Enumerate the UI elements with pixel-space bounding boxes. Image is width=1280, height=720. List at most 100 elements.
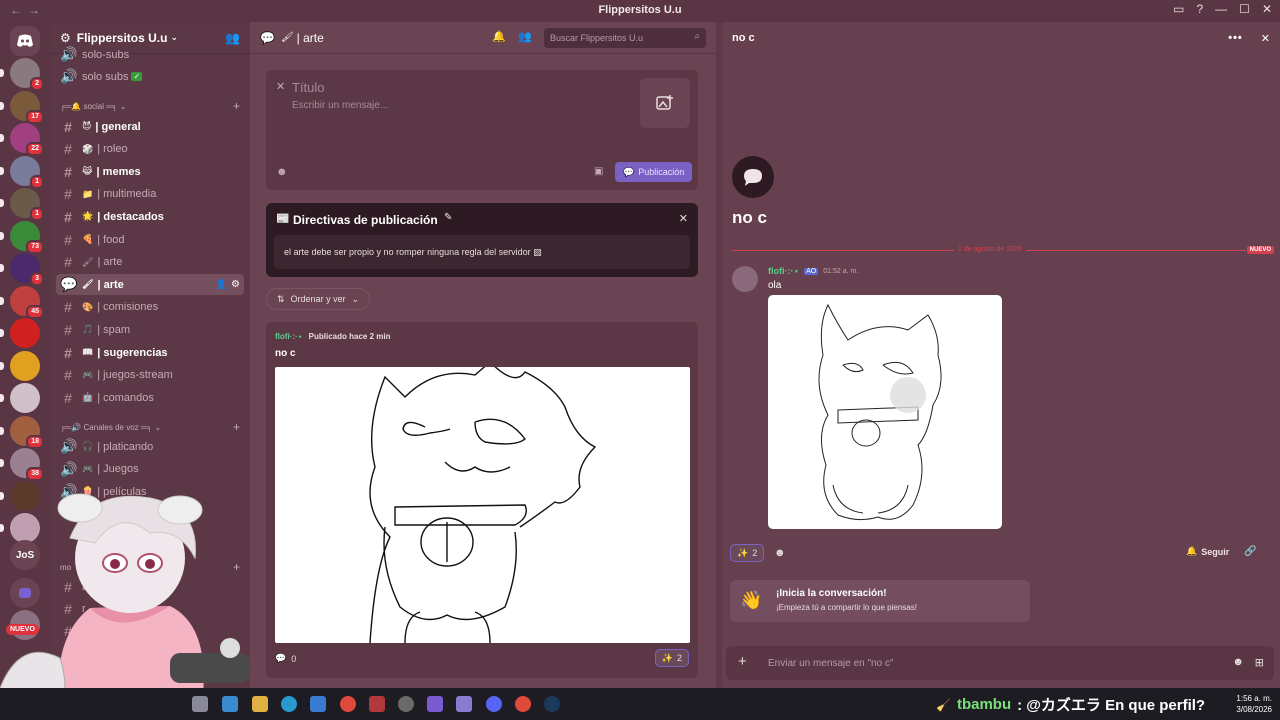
channel-item[interactable]: # 🖌 | arte: [56, 252, 244, 273]
add-reaction-icon[interactable]: ☻: [774, 547, 786, 559]
chrome-icon[interactable]: [340, 696, 356, 712]
category-voice[interactable]: ╒═🔊 Canales de voz ═╕ ⌄: [60, 423, 161, 432]
add-member-icon[interactable]: 👥: [225, 31, 240, 45]
channel-item[interactable]: # 🎮 | juegos-stream: [56, 365, 244, 386]
message-input[interactable]: + Enviar un mensaje en "no c" ☻ ⊞: [726, 646, 1274, 680]
channel-item[interactable]: # 😹 | memes: [56, 161, 244, 182]
taskbar-icon[interactable]: [398, 696, 414, 712]
voice-channel-item[interactable]: 🔊 🍿 | películas: [56, 481, 244, 502]
channel-solo-subs-2[interactable]: 🔊 solo subs ✓: [56, 66, 244, 87]
server-icon[interactable]: 38: [10, 448, 44, 481]
edge-icon[interactable]: [281, 696, 297, 712]
category-social[interactable]: ╒═🔔 social ═╕ ⌄: [60, 102, 126, 111]
store-icon[interactable]: [310, 696, 326, 712]
server-icon[interactable]: 18: [10, 415, 44, 449]
link-icon[interactable]: 🔗: [1244, 546, 1256, 557]
members-icon[interactable]: 👥: [518, 30, 532, 43]
server-icon[interactable]: [10, 513, 40, 543]
taskbar-icon[interactable]: [427, 696, 443, 712]
server-icon[interactable]: 22: [10, 123, 44, 156]
category-mod[interactable]: mo: [60, 563, 71, 572]
server-icon[interactable]: 2: [10, 58, 44, 91]
chevron-down-icon: ⌄: [351, 293, 360, 304]
invite-icon[interactable]: 👤: [216, 279, 227, 290]
voice-channel-item[interactable]: 🔊 🎮 | Juegos: [56, 459, 244, 480]
channel-item[interactable]: # 📖 | sugerencias: [56, 342, 244, 363]
add-voice-channel-icon[interactable]: +: [233, 420, 240, 434]
server-icon[interactable]: [10, 383, 40, 413]
chrome-icon[interactable]: [515, 696, 531, 712]
add-image-button[interactable]: [640, 78, 690, 128]
minimize-button[interactable]: —: [1215, 2, 1227, 16]
server-icon[interactable]: [10, 350, 40, 381]
taskbar-icon[interactable]: [192, 696, 208, 712]
taskbar-icon[interactable]: [222, 696, 238, 712]
tag-icon[interactable]: ▣: [594, 166, 603, 177]
server-discord-icon[interactable]: [10, 578, 40, 608]
search-input[interactable]: Buscar Flippersitos U.u ⌕: [544, 28, 706, 48]
help-icon[interactable]: ?: [1196, 2, 1203, 16]
channel-emoji-icon: 😹: [82, 166, 93, 177]
server-icon[interactable]: 17: [10, 90, 44, 124]
channel-item[interactable]: # 🤖 | comandos: [56, 387, 244, 408]
folder-icon[interactable]: [252, 696, 268, 712]
channel-mod-3[interactable]: # r: [56, 620, 244, 641]
maximize-button[interactable]: ☐: [1239, 2, 1250, 16]
add-mod-channel-icon[interactable]: +: [233, 560, 240, 574]
title-input[interactable]: Título: [292, 80, 325, 95]
channel-emoji-icon: 🎮: [82, 463, 94, 474]
close-guidelines-icon[interactable]: ✕: [679, 212, 688, 225]
channel-mod-1[interactable]: # adm: [56, 576, 244, 597]
voice-channel-item[interactable]: 🔊 🎧 | platicando: [56, 436, 244, 457]
server-icon[interactable]: 45: [10, 285, 44, 319]
forum-post-card[interactable]: flofi·:·⋆ Publicado hace 2 min no c 💬 0 …: [266, 322, 698, 678]
publish-button[interactable]: 💬 Publicación: [615, 162, 693, 182]
message-input[interactable]: Escribir un mensaje...: [292, 100, 388, 111]
taskbar-icon[interactable]: [369, 696, 385, 712]
gear-icon[interactable]: ⚙: [231, 279, 240, 290]
post-image[interactable]: [275, 367, 690, 643]
add-channel-icon[interactable]: +: [233, 99, 240, 113]
emoji-icon[interactable]: ☻: [276, 166, 288, 178]
post-author[interactable]: flofi·:·⋆: [275, 332, 303, 341]
close-thread-icon[interactable]: ✕: [1261, 32, 1270, 45]
close-icon[interactable]: ✕: [276, 80, 285, 93]
channel-mod-2[interactable]: # r: [56, 598, 244, 619]
server-icon[interactable]: [10, 318, 40, 348]
server-icon[interactable]: 1: [10, 155, 44, 189]
server-icon[interactable]: [10, 480, 40, 511]
channel-item[interactable]: # 📁 | multimedia: [56, 184, 244, 205]
server-icon[interactable]: 3: [10, 253, 44, 286]
channel-item[interactable]: 💬 🖌 | arte 👤 ⚙: [56, 274, 244, 296]
sort-button[interactable]: ⇅ Ordenar y ver ⌄: [266, 288, 371, 310]
apps-icon[interactable]: ⊞: [1255, 656, 1264, 669]
message-avatar[interactable]: [732, 266, 758, 292]
follow-button[interactable]: 🔔 Seguir: [1186, 546, 1229, 557]
server-icon[interactable]: 73: [10, 220, 44, 254]
channel-item[interactable]: # 🎲 | roleo: [56, 139, 244, 160]
post-reaction[interactable]: ✨ 2: [654, 649, 689, 667]
bell-icon[interactable]: 🔔: [492, 30, 506, 43]
message-author[interactable]: flofi·:·⋆: [768, 266, 799, 277]
inbox-icon[interactable]: ▭: [1173, 2, 1184, 16]
server-jos[interactable]: JoS: [10, 540, 40, 570]
new-badge: NUEVO: [6, 624, 39, 635]
taskbar-icon[interactable]: [456, 696, 472, 712]
channel-solo-subs-1[interactable]: 🔊 solo-subs: [56, 44, 244, 65]
more-icon[interactable]: •••: [1228, 32, 1243, 44]
emoji-icon[interactable]: ☻: [1232, 656, 1244, 668]
steam-icon[interactable]: [544, 696, 560, 712]
channel-item[interactable]: # 🎨 | comisiones: [56, 297, 244, 318]
server-icon[interactable]: 1: [10, 188, 44, 221]
message-image[interactable]: [768, 295, 1002, 529]
thread-reaction[interactable]: ✨ 2: [730, 544, 765, 562]
channel-item[interactable]: # 😈 | general: [56, 116, 244, 137]
discord-home-icon[interactable]: [10, 26, 40, 56]
channel-item[interactable]: # 🍕 | food: [56, 229, 244, 250]
channel-item[interactable]: # 🎵 | spam: [56, 319, 244, 340]
pencil-icon[interactable]: ✎: [444, 212, 452, 223]
add-attachment-icon[interactable]: +: [738, 653, 747, 670]
discord-icon[interactable]: [486, 696, 502, 712]
channel-item[interactable]: # 🌟 | destacados: [56, 206, 244, 227]
close-button[interactable]: ✕: [1262, 2, 1272, 16]
